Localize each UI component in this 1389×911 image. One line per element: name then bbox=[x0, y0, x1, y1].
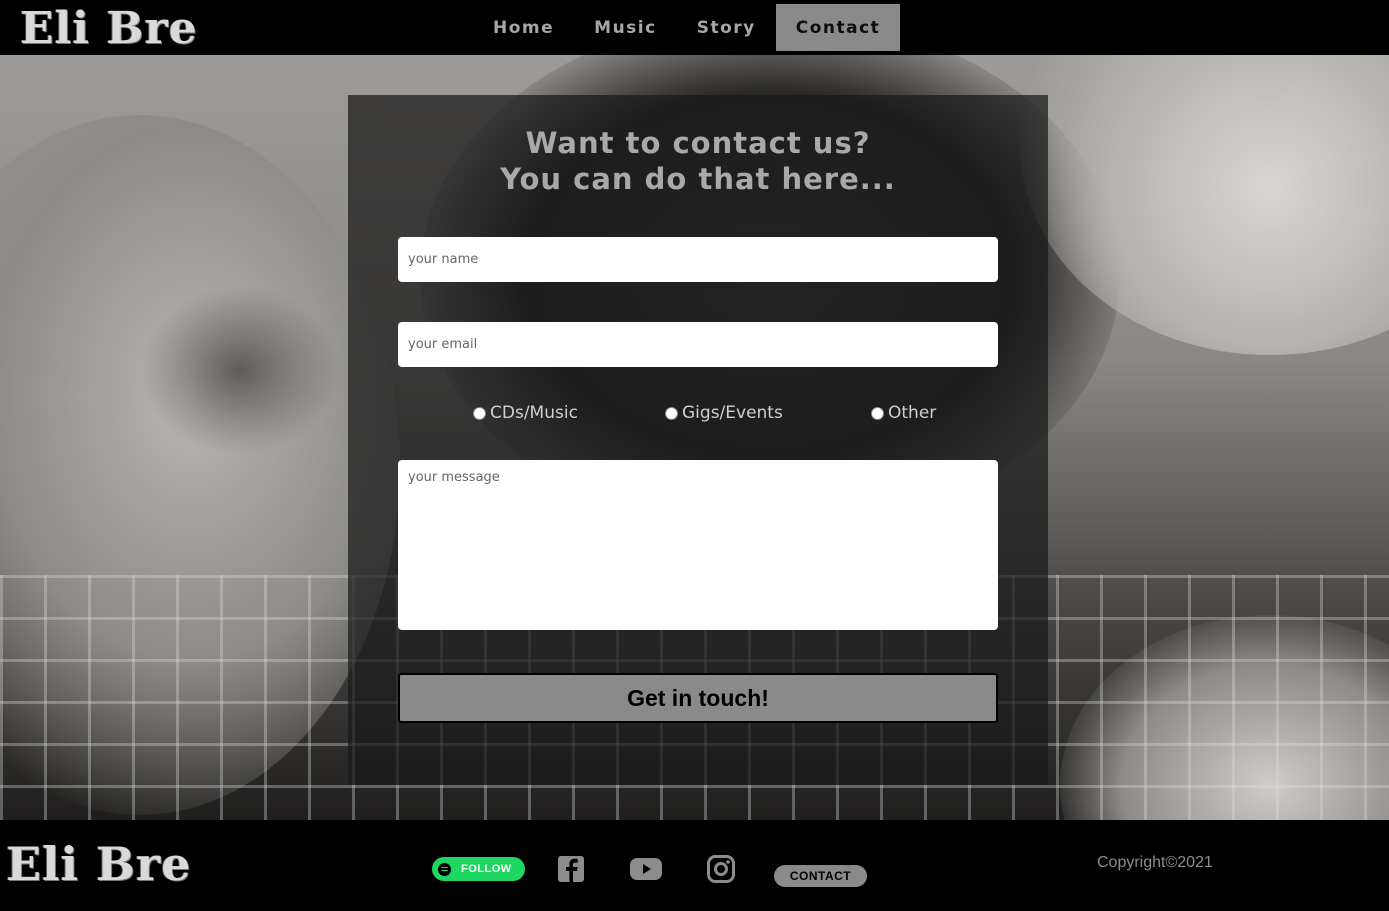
copyright-text: Copyright©2021 bbox=[1097, 854, 1213, 871]
footer-logo[interactable]: Eli Bre bbox=[6, 838, 191, 890]
spotify-icon bbox=[438, 862, 451, 876]
main-nav: Home Music Story Contact bbox=[473, 4, 901, 51]
radio-label: Gigs/Events bbox=[682, 403, 783, 423]
radio-gigs-events[interactable]: Gigs/Events bbox=[665, 403, 783, 423]
site-logo[interactable]: Eli Bre bbox=[20, 4, 198, 54]
get-in-touch-button[interactable]: Get in touch! bbox=[398, 673, 998, 723]
youtube-icon[interactable] bbox=[629, 854, 663, 884]
radio-cds-music[interactable]: CDs/Music bbox=[473, 403, 578, 423]
instagram-icon[interactable] bbox=[706, 854, 736, 884]
email-input[interactable] bbox=[398, 322, 998, 367]
contact-heading: Want to contact us? You can do that here… bbox=[348, 125, 1048, 197]
spotify-follow-label: FOLLOW bbox=[461, 863, 512, 875]
contact-panel: Want to contact us? You can do that here… bbox=[348, 95, 1048, 785]
radio-other[interactable]: Other bbox=[871, 403, 936, 423]
radio-button[interactable] bbox=[473, 406, 486, 420]
contact-heading-line1: Want to contact us? bbox=[525, 126, 871, 160]
nav-item-home[interactable]: Home bbox=[473, 4, 574, 51]
contact-heading-line2: You can do that here... bbox=[500, 162, 896, 196]
facebook-icon[interactable] bbox=[556, 854, 586, 884]
nav-item-contact[interactable]: Contact bbox=[775, 4, 901, 51]
radio-button[interactable] bbox=[871, 406, 884, 420]
nav-item-story[interactable]: Story bbox=[677, 4, 776, 51]
radio-label: Other bbox=[888, 403, 937, 423]
spotify-follow-button[interactable]: FOLLOW bbox=[432, 857, 525, 881]
radio-label: CDs/Music bbox=[490, 403, 578, 423]
radio-button[interactable] bbox=[665, 406, 678, 420]
name-input[interactable] bbox=[398, 237, 998, 282]
site-footer: Eli Bre FOLLOW CONTACT Copyright©2021 bbox=[0, 820, 1389, 911]
message-textarea[interactable] bbox=[398, 460, 998, 630]
footer-contact-button[interactable]: CONTACT bbox=[774, 865, 867, 887]
nav-item-music[interactable]: Music bbox=[574, 4, 677, 51]
site-header: Eli Bre Home Music Story Contact bbox=[0, 0, 1389, 55]
